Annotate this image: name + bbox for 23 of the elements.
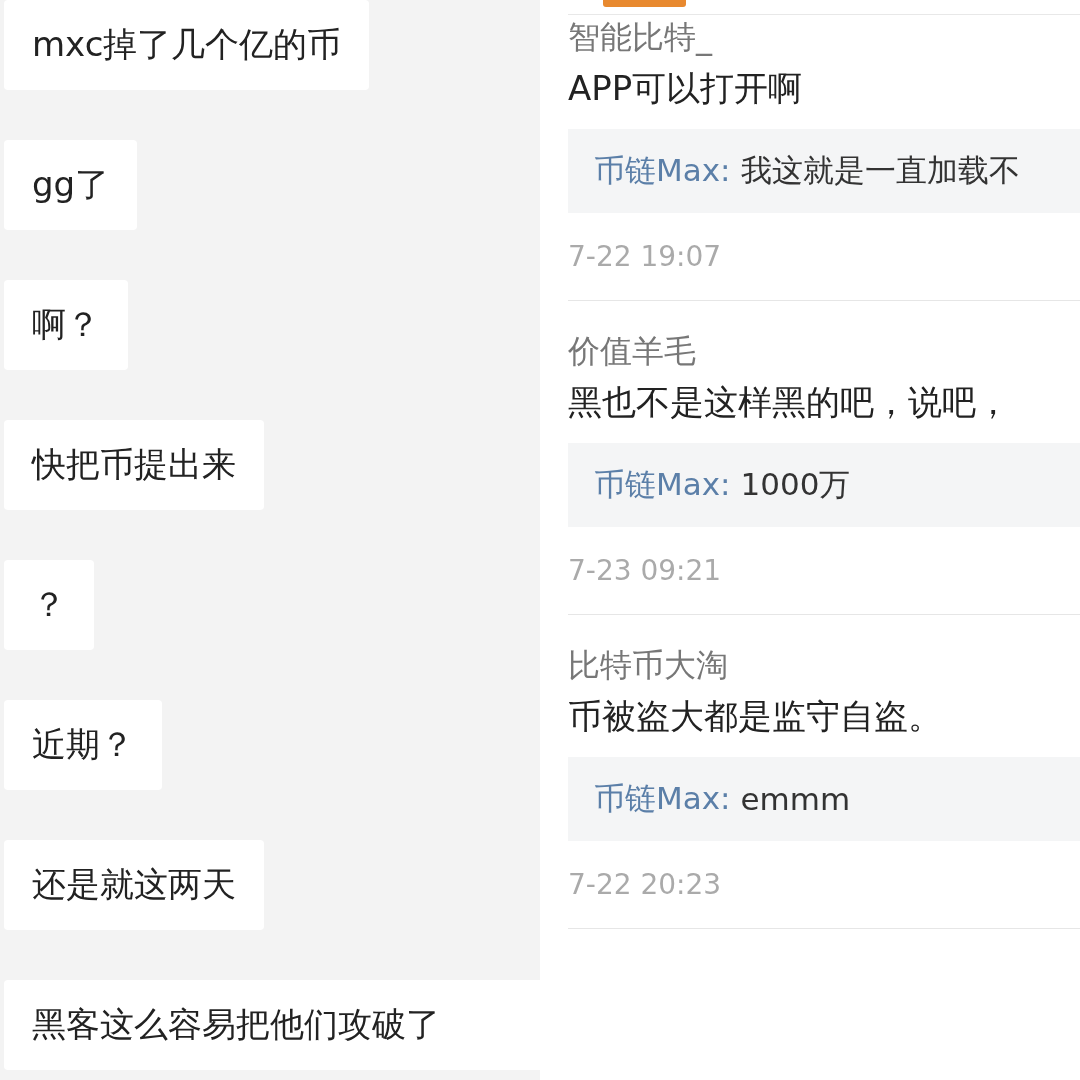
comment-text: 币被盗大都是监守自盗。 (568, 695, 943, 738)
message-bubble: ？ (4, 560, 94, 650)
comment-author[interactable]: 比特币大淘 (568, 643, 1080, 687)
reply-text: 我这就是一直加载不 (740, 151, 1020, 190)
message-bubble: 黑客这么容易把他们攻破了 (4, 980, 540, 1070)
comment-author[interactable]: 智能比特_ (568, 15, 1080, 59)
message-bubble: 还是就这两天 (4, 840, 264, 930)
message-bubble: 啊？ (4, 280, 128, 370)
comment-text: 黑也不是这样黑的吧，说吧， (568, 381, 1011, 424)
message-bubble: gg了 (4, 140, 138, 230)
comment-time: 7-22 20:23 (568, 867, 723, 903)
message-bubble: 快把币提出来 (4, 420, 264, 510)
comment-time: 7-23 09:21 (568, 553, 723, 589)
reply-author[interactable]: 币链Max: (594, 778, 731, 820)
comment-author[interactable]: 价值羊毛 (568, 329, 1080, 373)
message-bubble: mxc掉了几个亿的币 (4, 0, 370, 90)
reply-author[interactable]: 币链Max: (594, 464, 731, 506)
message-bubble: 近期？ (4, 700, 162, 790)
reply-text: 1000万 (740, 465, 851, 504)
comment-text: APP可以打开啊 (568, 67, 804, 110)
reply-text: emmm (740, 781, 851, 817)
comment-time: 7-22 19:07 (568, 239, 723, 275)
reply-author[interactable]: 币链Max: (594, 150, 731, 192)
